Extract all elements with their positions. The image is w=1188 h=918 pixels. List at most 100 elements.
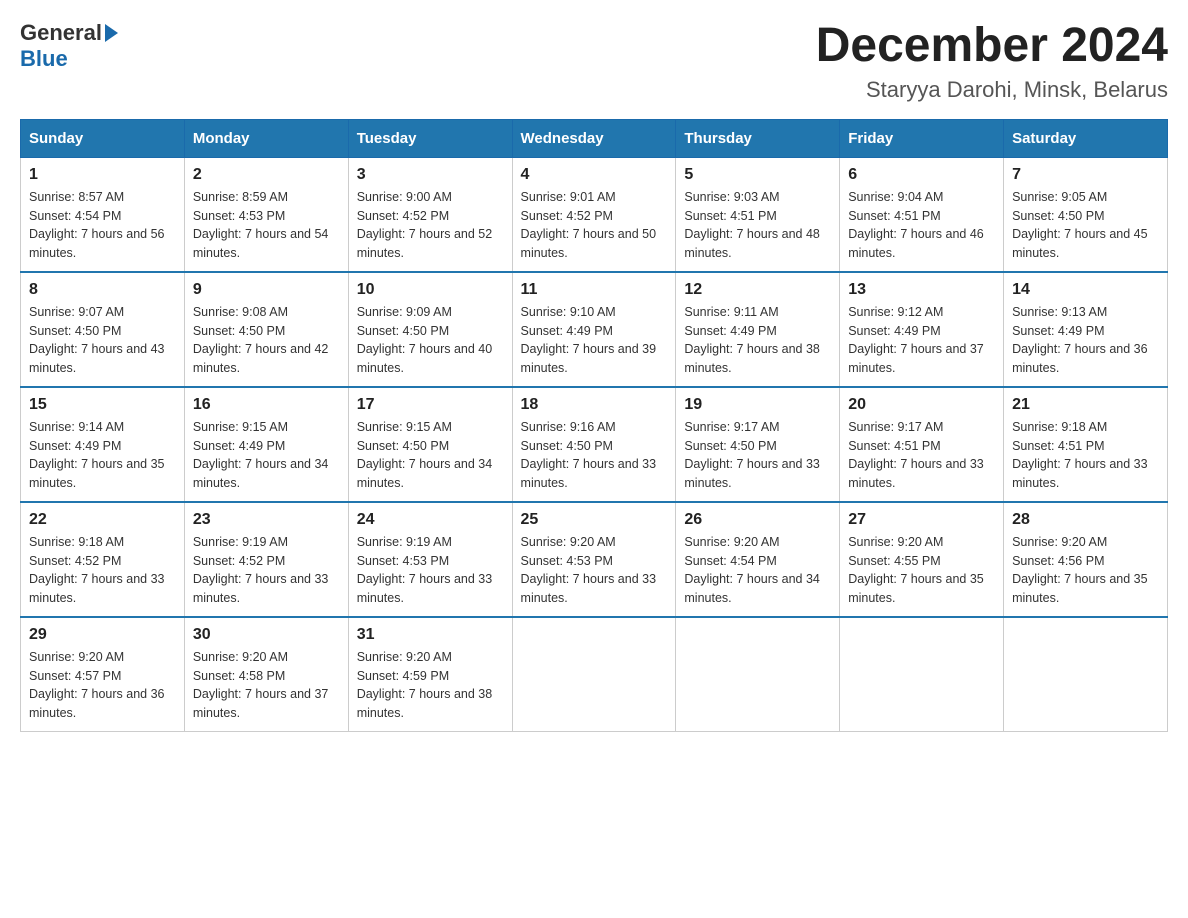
calendar-day-cell bbox=[840, 617, 1004, 732]
calendar-day-cell: 19 Sunrise: 9:17 AM Sunset: 4:50 PM Dayl… bbox=[676, 387, 840, 502]
title-section: December 2024 Staryya Darohi, Minsk, Bel… bbox=[816, 20, 1168, 103]
calendar-day-cell: 29 Sunrise: 9:20 AM Sunset: 4:57 PM Dayl… bbox=[21, 617, 185, 732]
day-info: Sunrise: 9:18 AM Sunset: 4:51 PM Dayligh… bbox=[1012, 418, 1159, 493]
calendar-day-cell: 11 Sunrise: 9:10 AM Sunset: 4:49 PM Dayl… bbox=[512, 272, 676, 387]
day-info: Sunrise: 9:08 AM Sunset: 4:50 PM Dayligh… bbox=[193, 303, 340, 378]
calendar-day-cell: 5 Sunrise: 9:03 AM Sunset: 4:51 PM Dayli… bbox=[676, 157, 840, 272]
calendar-day-cell: 20 Sunrise: 9:17 AM Sunset: 4:51 PM Dayl… bbox=[840, 387, 1004, 502]
calendar-day-cell: 4 Sunrise: 9:01 AM Sunset: 4:52 PM Dayli… bbox=[512, 157, 676, 272]
day-info: Sunrise: 9:18 AM Sunset: 4:52 PM Dayligh… bbox=[29, 533, 176, 608]
day-info: Sunrise: 9:15 AM Sunset: 4:50 PM Dayligh… bbox=[357, 418, 504, 493]
day-number: 16 bbox=[193, 396, 340, 414]
day-number: 7 bbox=[1012, 166, 1159, 184]
calendar-day-cell: 10 Sunrise: 9:09 AM Sunset: 4:50 PM Dayl… bbox=[348, 272, 512, 387]
calendar-day-cell: 26 Sunrise: 9:20 AM Sunset: 4:54 PM Dayl… bbox=[676, 502, 840, 617]
day-number: 22 bbox=[29, 511, 176, 529]
calendar-week-row: 22 Sunrise: 9:18 AM Sunset: 4:52 PM Dayl… bbox=[21, 502, 1168, 617]
calendar-day-cell: 27 Sunrise: 9:20 AM Sunset: 4:55 PM Dayl… bbox=[840, 502, 1004, 617]
calendar-day-cell: 8 Sunrise: 9:07 AM Sunset: 4:50 PM Dayli… bbox=[21, 272, 185, 387]
day-info: Sunrise: 9:16 AM Sunset: 4:50 PM Dayligh… bbox=[521, 418, 668, 493]
day-number: 21 bbox=[1012, 396, 1159, 414]
page-header: General Blue December 2024 Staryya Daroh… bbox=[20, 20, 1168, 103]
day-number: 5 bbox=[684, 166, 831, 184]
day-info: Sunrise: 9:14 AM Sunset: 4:49 PM Dayligh… bbox=[29, 418, 176, 493]
day-info: Sunrise: 9:20 AM Sunset: 4:58 PM Dayligh… bbox=[193, 648, 340, 723]
day-info: Sunrise: 8:57 AM Sunset: 4:54 PM Dayligh… bbox=[29, 188, 176, 263]
day-info: Sunrise: 9:20 AM Sunset: 4:53 PM Dayligh… bbox=[521, 533, 668, 608]
day-info: Sunrise: 9:04 AM Sunset: 4:51 PM Dayligh… bbox=[848, 188, 995, 263]
location-subtitle: Staryya Darohi, Minsk, Belarus bbox=[816, 77, 1168, 103]
calendar-day-cell: 14 Sunrise: 9:13 AM Sunset: 4:49 PM Dayl… bbox=[1004, 272, 1168, 387]
calendar-day-cell: 15 Sunrise: 9:14 AM Sunset: 4:49 PM Dayl… bbox=[21, 387, 185, 502]
day-number: 31 bbox=[357, 626, 504, 644]
col-tuesday: Tuesday bbox=[348, 119, 512, 157]
calendar-day-cell: 16 Sunrise: 9:15 AM Sunset: 4:49 PM Dayl… bbox=[184, 387, 348, 502]
day-number: 27 bbox=[848, 511, 995, 529]
col-thursday: Thursday bbox=[676, 119, 840, 157]
calendar-day-cell: 1 Sunrise: 8:57 AM Sunset: 4:54 PM Dayli… bbox=[21, 157, 185, 272]
day-info: Sunrise: 9:01 AM Sunset: 4:52 PM Dayligh… bbox=[521, 188, 668, 263]
day-number: 9 bbox=[193, 281, 340, 299]
day-info: Sunrise: 9:20 AM Sunset: 4:57 PM Dayligh… bbox=[29, 648, 176, 723]
day-number: 30 bbox=[193, 626, 340, 644]
calendar-day-cell: 7 Sunrise: 9:05 AM Sunset: 4:50 PM Dayli… bbox=[1004, 157, 1168, 272]
day-number: 4 bbox=[521, 166, 668, 184]
calendar-day-cell: 25 Sunrise: 9:20 AM Sunset: 4:53 PM Dayl… bbox=[512, 502, 676, 617]
calendar-day-cell: 23 Sunrise: 9:19 AM Sunset: 4:52 PM Dayl… bbox=[184, 502, 348, 617]
calendar-header-row: Sunday Monday Tuesday Wednesday Thursday… bbox=[21, 119, 1168, 157]
calendar-week-row: 8 Sunrise: 9:07 AM Sunset: 4:50 PM Dayli… bbox=[21, 272, 1168, 387]
day-number: 8 bbox=[29, 281, 176, 299]
day-info: Sunrise: 9:10 AM Sunset: 4:49 PM Dayligh… bbox=[521, 303, 668, 378]
day-number: 10 bbox=[357, 281, 504, 299]
calendar-day-cell: 12 Sunrise: 9:11 AM Sunset: 4:49 PM Dayl… bbox=[676, 272, 840, 387]
day-info: Sunrise: 9:11 AM Sunset: 4:49 PM Dayligh… bbox=[684, 303, 831, 378]
col-saturday: Saturday bbox=[1004, 119, 1168, 157]
day-info: Sunrise: 9:09 AM Sunset: 4:50 PM Dayligh… bbox=[357, 303, 504, 378]
day-number: 14 bbox=[1012, 281, 1159, 299]
day-number: 25 bbox=[521, 511, 668, 529]
day-number: 6 bbox=[848, 166, 995, 184]
col-monday: Monday bbox=[184, 119, 348, 157]
day-number: 18 bbox=[521, 396, 668, 414]
day-info: Sunrise: 9:19 AM Sunset: 4:52 PM Dayligh… bbox=[193, 533, 340, 608]
day-number: 26 bbox=[684, 511, 831, 529]
calendar-day-cell: 21 Sunrise: 9:18 AM Sunset: 4:51 PM Dayl… bbox=[1004, 387, 1168, 502]
calendar-day-cell: 9 Sunrise: 9:08 AM Sunset: 4:50 PM Dayli… bbox=[184, 272, 348, 387]
day-number: 23 bbox=[193, 511, 340, 529]
calendar-day-cell: 22 Sunrise: 9:18 AM Sunset: 4:52 PM Dayl… bbox=[21, 502, 185, 617]
calendar-day-cell bbox=[1004, 617, 1168, 732]
calendar-day-cell: 3 Sunrise: 9:00 AM Sunset: 4:52 PM Dayli… bbox=[348, 157, 512, 272]
calendar-day-cell: 28 Sunrise: 9:20 AM Sunset: 4:56 PM Dayl… bbox=[1004, 502, 1168, 617]
day-info: Sunrise: 9:07 AM Sunset: 4:50 PM Dayligh… bbox=[29, 303, 176, 378]
col-wednesday: Wednesday bbox=[512, 119, 676, 157]
day-info: Sunrise: 8:59 AM Sunset: 4:53 PM Dayligh… bbox=[193, 188, 340, 263]
logo: General Blue bbox=[20, 20, 118, 72]
calendar-day-cell: 2 Sunrise: 8:59 AM Sunset: 4:53 PM Dayli… bbox=[184, 157, 348, 272]
day-info: Sunrise: 9:17 AM Sunset: 4:50 PM Dayligh… bbox=[684, 418, 831, 493]
day-info: Sunrise: 9:12 AM Sunset: 4:49 PM Dayligh… bbox=[848, 303, 995, 378]
col-sunday: Sunday bbox=[21, 119, 185, 157]
day-number: 15 bbox=[29, 396, 176, 414]
month-title: December 2024 bbox=[816, 20, 1168, 73]
day-number: 28 bbox=[1012, 511, 1159, 529]
calendar-day-cell: 13 Sunrise: 9:12 AM Sunset: 4:49 PM Dayl… bbox=[840, 272, 1004, 387]
calendar-week-row: 15 Sunrise: 9:14 AM Sunset: 4:49 PM Dayl… bbox=[21, 387, 1168, 502]
day-info: Sunrise: 9:20 AM Sunset: 4:59 PM Dayligh… bbox=[357, 648, 504, 723]
calendar-day-cell: 18 Sunrise: 9:16 AM Sunset: 4:50 PM Dayl… bbox=[512, 387, 676, 502]
day-info: Sunrise: 9:20 AM Sunset: 4:56 PM Dayligh… bbox=[1012, 533, 1159, 608]
day-number: 3 bbox=[357, 166, 504, 184]
day-number: 11 bbox=[521, 281, 668, 299]
day-info: Sunrise: 9:13 AM Sunset: 4:49 PM Dayligh… bbox=[1012, 303, 1159, 378]
day-number: 1 bbox=[29, 166, 176, 184]
day-number: 20 bbox=[848, 396, 995, 414]
calendar-week-row: 1 Sunrise: 8:57 AM Sunset: 4:54 PM Dayli… bbox=[21, 157, 1168, 272]
day-info: Sunrise: 9:17 AM Sunset: 4:51 PM Dayligh… bbox=[848, 418, 995, 493]
col-friday: Friday bbox=[840, 119, 1004, 157]
logo-blue-text: Blue bbox=[20, 46, 68, 72]
calendar-day-cell: 30 Sunrise: 9:20 AM Sunset: 4:58 PM Dayl… bbox=[184, 617, 348, 732]
day-info: Sunrise: 9:15 AM Sunset: 4:49 PM Dayligh… bbox=[193, 418, 340, 493]
calendar-day-cell bbox=[512, 617, 676, 732]
day-number: 13 bbox=[848, 281, 995, 299]
calendar-day-cell bbox=[676, 617, 840, 732]
day-number: 12 bbox=[684, 281, 831, 299]
